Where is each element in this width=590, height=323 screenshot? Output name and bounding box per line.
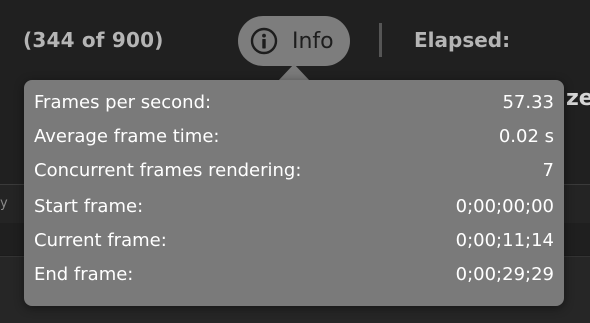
clipped-header-text: ze (566, 86, 590, 111)
stat-label: Average frame time: (34, 126, 220, 147)
stat-label: Concurrent frames rendering: (34, 160, 302, 181)
info-button-label: Info (292, 28, 334, 54)
render-info-popover: Frames per second: 57.33 Average frame t… (24, 80, 564, 306)
stat-row-start-frame: Start frame: 0;00;00;00 (34, 196, 554, 230)
stat-label: Current frame: (34, 230, 167, 251)
stat-row-concurrent-frames: Concurrent frames rendering: 7 (34, 160, 554, 194)
elapsed-label: Elapsed: (414, 28, 511, 52)
stat-value: 0;00;29;29 (455, 264, 554, 285)
stat-label: Frames per second: (34, 92, 212, 113)
stat-label: Start frame: (34, 196, 144, 217)
stat-row-current-frame: Current frame: 0;00;11;14 (34, 230, 554, 264)
stat-row-end-frame: End frame: 0;00;29;29 (34, 264, 554, 298)
popover-arrow (278, 64, 310, 81)
stat-value: 57.33 (502, 92, 554, 113)
clipped-column-text: y (0, 196, 8, 211)
stat-row-fps: Frames per second: 57.33 (34, 92, 554, 126)
info-button[interactable]: Info (238, 16, 350, 66)
frame-progress-counter: (344 of 900) (23, 28, 164, 52)
stat-value: 0.02 s (498, 126, 554, 147)
header-divider (379, 23, 382, 57)
stat-value: 0;00;00;00 (455, 196, 554, 217)
stat-row-average-frame-time: Average frame time: 0.02 s (34, 126, 554, 160)
stat-label: End frame: (34, 264, 134, 285)
stat-value: 0;00;11;14 (455, 230, 554, 251)
stat-value: 7 (542, 160, 554, 181)
info-circle-icon (250, 27, 278, 55)
